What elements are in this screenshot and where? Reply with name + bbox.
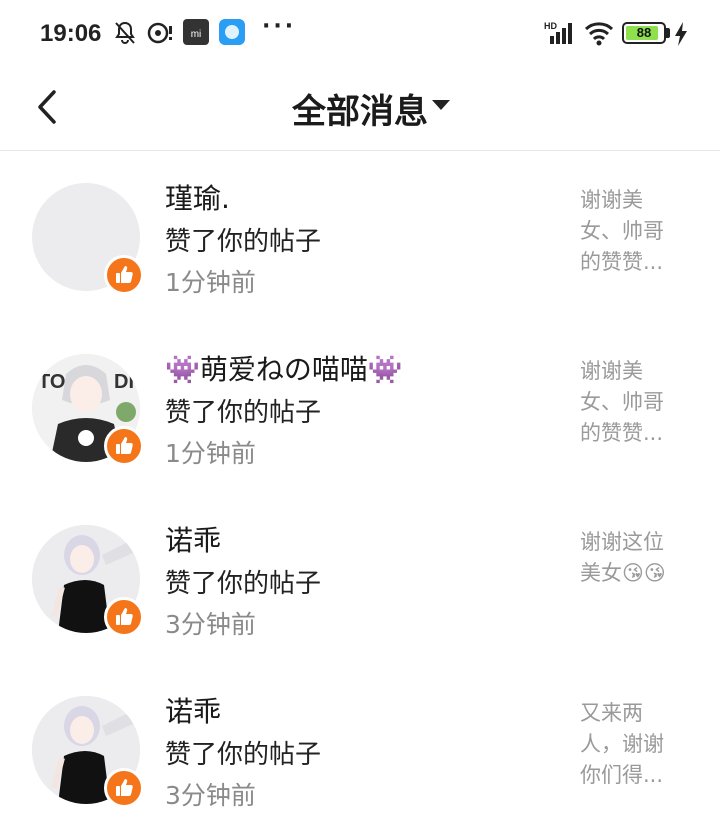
battery-level-text: 88 <box>636 25 652 40</box>
mi-store-icon: mi <box>183 19 209 49</box>
timestamp: 3分钟前 <box>165 610 256 639</box>
sender-name[interactable]: 瑾瑜. <box>165 177 230 217</box>
sender-name[interactable]: 诺乖 <box>165 519 221 559</box>
like-badge <box>104 255 144 295</box>
post-preview[interactable]: 谢谢这位 美女😘😘 <box>580 527 680 589</box>
battery-indicator: 88 <box>622 22 666 44</box>
header-bar: 全部消息 <box>0 70 720 151</box>
like-badge <box>104 426 144 466</box>
list-item[interactable]: 瑾瑜. 赞了你的帖子 1分钟前 谢谢美 女、帅哥 的赞赞... <box>0 151 720 322</box>
more-dots-icon: ··· <box>262 14 297 39</box>
preview-line: 谢谢美 <box>580 359 643 383</box>
post-preview[interactable]: 谢谢美 女、帅哥 的赞赞... <box>580 185 680 278</box>
preview-line: 谢谢美 <box>580 188 643 212</box>
hd-signal-icon: HD <box>544 20 576 50</box>
page-title: 全部消息 <box>292 92 428 132</box>
like-badge <box>104 597 144 637</box>
sender-name[interactable]: 👾萌爱ねの喵喵👾 <box>165 348 403 388</box>
preview-line: 谢谢这位 <box>580 530 664 554</box>
list-item[interactable]: 诺乖 赞了你的帖子 3分钟前 又来两 人，谢谢 你们得... <box>0 664 720 835</box>
charging-icon <box>674 22 688 50</box>
action-text: 赞了你的帖子 <box>165 740 322 770</box>
thumbs-up-icon <box>116 437 133 454</box>
preview-line: 又来两 <box>580 701 643 725</box>
like-badge <box>104 768 144 808</box>
preview-line: 人，谢谢 <box>580 732 664 756</box>
post-preview[interactable]: 又来两 人，谢谢 你们得... <box>580 698 680 791</box>
timestamp: 1分钟前 <box>165 439 256 468</box>
status-time: 19:06 <box>40 20 102 47</box>
caret-down-icon[interactable] <box>432 100 450 110</box>
svg-text:DI: DI <box>114 371 134 393</box>
sender-name[interactable]: 诺乖 <box>165 690 221 730</box>
message-list: 瑾瑜. 赞了你的帖子 1分钟前 谢谢美 女、帅哥 的赞赞... TO DI 👾萌… <box>0 151 720 835</box>
app-icon <box>219 19 245 49</box>
list-item[interactable]: TO DI 👾萌爱ねの喵喵👾 赞了你的帖子 1分钟前 谢谢美 女、帅哥 的赞赞.… <box>0 322 720 493</box>
preview-line: 的赞赞... <box>580 250 664 274</box>
action-text: 赞了你的帖子 <box>165 569 322 599</box>
status-bar: 19:06 mi ··· HD 88 <box>0 0 720 70</box>
thumbs-up-icon <box>116 608 133 625</box>
record-icon <box>146 20 174 50</box>
battery-nub <box>666 28 670 38</box>
svg-text:mi: mi <box>191 29 202 40</box>
bell-off-icon <box>112 20 138 50</box>
list-item[interactable]: 诺乖 赞了你的帖子 3分钟前 谢谢这位 美女😘😘 <box>0 493 720 664</box>
svg-text:TO: TO <box>38 371 65 393</box>
action-text: 赞了你的帖子 <box>165 227 322 257</box>
svg-text:HD: HD <box>544 21 557 31</box>
thumbs-up-icon <box>116 779 133 796</box>
timestamp: 1分钟前 <box>165 268 256 297</box>
message-filter-dropdown[interactable]: 全部消息 <box>0 84 720 133</box>
thumbs-up-icon <box>116 266 133 283</box>
preview-line: 女、帅哥 <box>580 219 664 243</box>
preview-line: 的赞赞... <box>580 421 664 445</box>
preview-line: 你们得... <box>580 763 664 787</box>
preview-line: 美女😘😘 <box>580 561 666 585</box>
preview-line: 女、帅哥 <box>580 390 664 414</box>
action-text: 赞了你的帖子 <box>165 398 322 428</box>
post-preview[interactable]: 谢谢美 女、帅哥 的赞赞... <box>580 356 680 449</box>
timestamp: 3分钟前 <box>165 781 256 810</box>
wifi-icon <box>584 20 614 50</box>
